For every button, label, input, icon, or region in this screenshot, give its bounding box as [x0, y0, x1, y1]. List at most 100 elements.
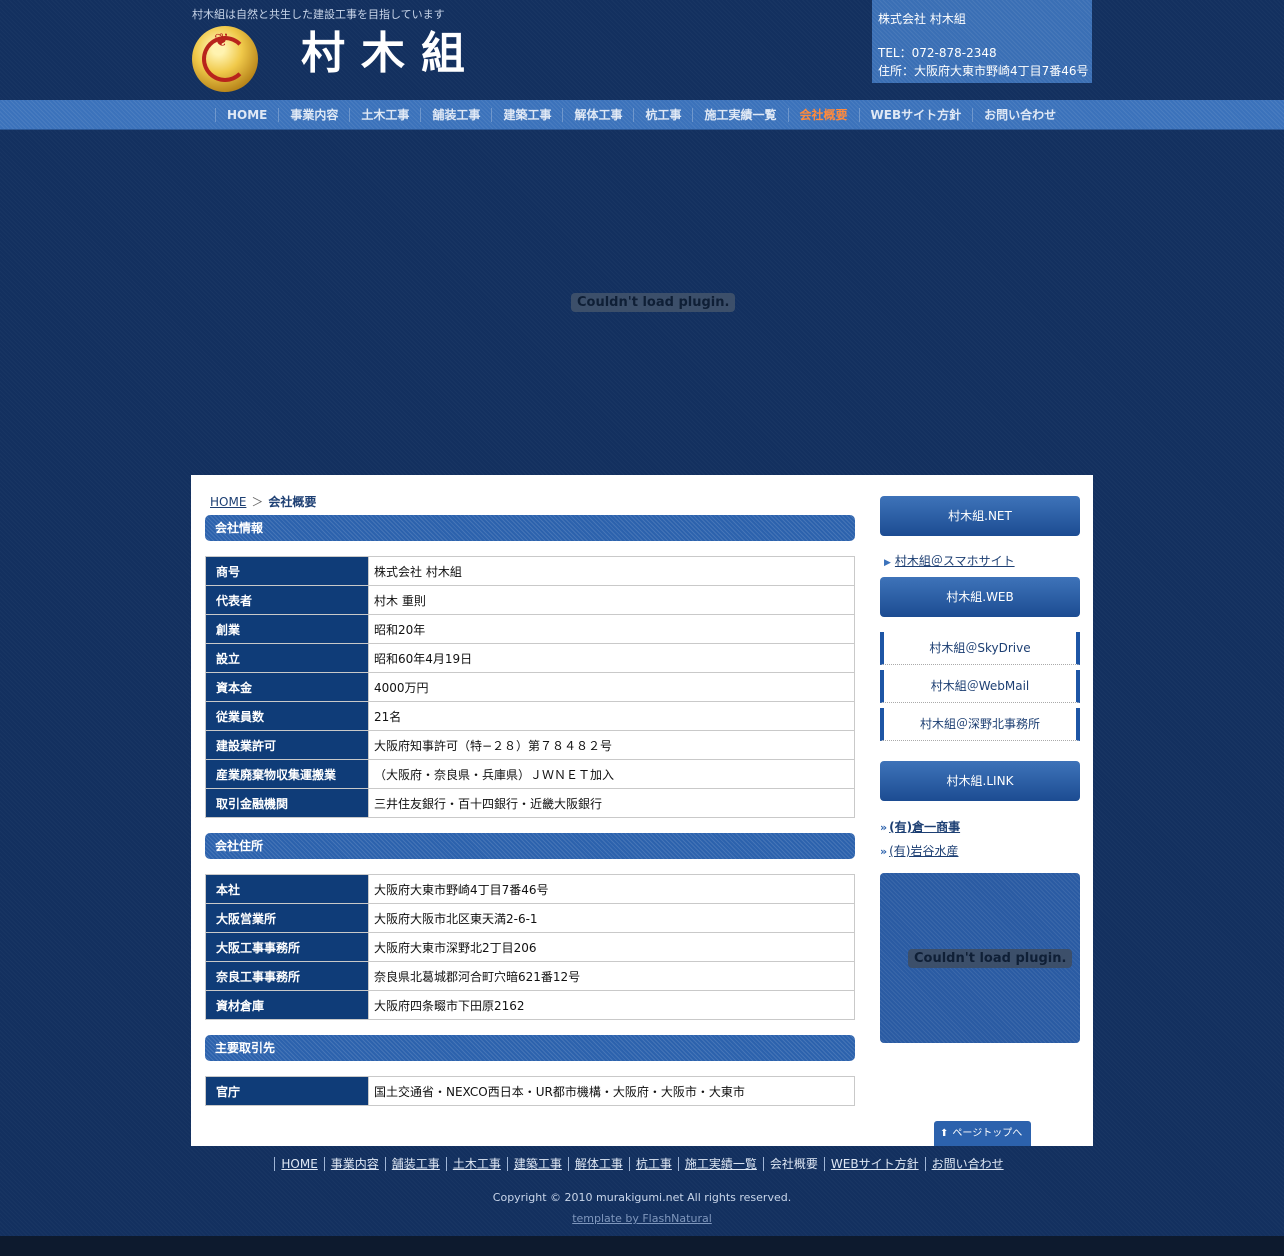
nav-item-company[interactable]: 会社概要	[787, 108, 859, 122]
row-value: （大阪府・奈良県・兵庫県）ＪＷＮＥＴ加入	[368, 759, 855, 789]
row-key: 大阪営業所	[205, 903, 369, 933]
nav-item-demolition[interactable]: 解体工事	[562, 108, 633, 122]
footer-link[interactable]: 解体工事	[575, 1157, 623, 1171]
double-chevron-right-icon: »	[880, 821, 888, 834]
nav-item-business[interactable]: 事業内容	[278, 108, 349, 122]
template-credit[interactable]: template by FlashNatural	[0, 1212, 1284, 1225]
footer-link[interactable]: WEBサイト方針	[831, 1157, 919, 1171]
sidebar-link-label[interactable]: 村木組＠スマホサイト	[895, 554, 1015, 568]
breadcrumb-home-link[interactable]: HOME	[210, 495, 246, 509]
footer-nav-business[interactable]: 事業内容	[323, 1157, 385, 1171]
table-row: 従業員数 21名	[205, 701, 855, 731]
footer-link[interactable]: 杭工事	[636, 1157, 672, 1171]
row-key: 取引金融機関	[205, 788, 369, 818]
row-key: 代表者	[205, 585, 369, 615]
table-row: 商号 株式会社 村木組	[205, 556, 855, 586]
nav-item-building[interactable]: 建築工事	[491, 108, 562, 122]
row-key: 設立	[205, 643, 369, 673]
row-key: 官庁	[205, 1076, 369, 1106]
row-value: 三井住友銀行・百十四銀行・近畿大阪銀行	[368, 788, 855, 818]
footer-nav-paving[interactable]: 舗装工事	[384, 1157, 446, 1171]
footer-nav-works[interactable]: 施工実績一覧	[677, 1157, 763, 1171]
row-key: 創業	[205, 614, 369, 644]
footer-nav-home[interactable]: HOME	[274, 1157, 323, 1171]
row-value: 昭和60年4月19日	[368, 643, 855, 673]
row-key: 資材倉庫	[205, 990, 369, 1020]
sidebar-link-label[interactable]: (有)岩谷水産	[889, 844, 958, 858]
table-row: 取引金融機関 三井住友銀行・百十四銀行・近畿大阪銀行	[205, 788, 855, 818]
header: 村木組は自然と共生した建設工事を目指しています ❦ 村木組 株式会社 村木組 T…	[191, 0, 1093, 100]
row-value: 昭和20年	[368, 614, 855, 644]
breadcrumb-current: 会社概要	[268, 495, 317, 509]
double-chevron-right-icon: »	[880, 845, 888, 858]
plugin-error-message[interactable]: Couldn't load plugin.	[571, 293, 736, 312]
nav-item-civil[interactable]: 土木工事	[349, 108, 420, 122]
footer-link[interactable]: 土木工事	[453, 1157, 501, 1171]
template-link[interactable]: template by FlashNatural	[572, 1212, 712, 1225]
nav-item-home[interactable]: HOME	[215, 108, 278, 122]
footer-nav-demolition[interactable]: 解体工事	[567, 1157, 629, 1171]
footer-link[interactable]: 建築工事	[514, 1157, 562, 1171]
company-contact-box: 株式会社 村木組 TEL：072-878-2348 住所：大阪府大東市野崎4丁目…	[872, 0, 1092, 83]
footer-link[interactable]: HOME	[281, 1157, 317, 1171]
sidebar-link-kuraichi[interactable]: » (有)倉一商事	[880, 818, 960, 835]
sidebar-flash-area: Couldn't load plugin.	[880, 873, 1080, 1043]
row-value: 大阪府大東市深野北2丁目206	[368, 932, 855, 962]
footer-nav-civil[interactable]: 土木工事	[445, 1157, 507, 1171]
page-top-label: ページトップへ	[952, 1128, 1023, 1139]
sidebar-button-webmail[interactable]: 村木組＠WebMail	[880, 670, 1080, 703]
sidebar-link-label[interactable]: (有)倉一商事	[889, 820, 960, 834]
sidebar-link-iwaya[interactable]: » (有)岩谷水産	[880, 842, 958, 859]
footer-link[interactable]: 事業内容	[331, 1157, 379, 1171]
nav-item-web-policy[interactable]: WEBサイト方針	[858, 108, 973, 122]
row-key: 産業廃棄物収集運搬業	[205, 759, 369, 789]
content-area: HOME ＞ 会社概要 会社情報 商号 株式会社 村木組 代表者 村木 重則 創業 昭和2…	[191, 475, 1093, 1146]
footer-nav-contact[interactable]: お問い合わせ	[924, 1157, 1010, 1171]
up-arrow-icon: ⬆	[940, 1128, 949, 1139]
table-row: 大阪営業所 大阪府大阪市北区東天満2-6-1	[205, 903, 855, 933]
table-row: 建設業許可 大阪府知事許可（特−２８）第７８４８２号	[205, 730, 855, 760]
tagline: 村木組は自然と共生した建設工事を目指しています	[192, 8, 445, 21]
table-row: 資本金 4000万円	[205, 672, 855, 702]
table-row: 官庁 国土交通省・NEXCO西日本・UR都市機構・大阪府・大阪市・大東市	[205, 1076, 855, 1106]
nav-item-pile[interactable]: 杭工事	[633, 108, 692, 122]
page-top-button[interactable]: ⬆ ページトップへ	[934, 1121, 1031, 1146]
table-row: 創業 昭和20年	[205, 614, 855, 644]
footer-nav-web-policy[interactable]: WEBサイト方針	[823, 1157, 925, 1171]
site-name[interactable]: 村木組	[301, 32, 481, 76]
section-heading-company-info: 会社情報	[205, 515, 855, 541]
table-row: 設立 昭和60年4月19日	[205, 643, 855, 673]
row-key: 従業員数	[205, 701, 369, 731]
footer-nav-company: 会社概要	[762, 1157, 824, 1171]
table-row: 本社 大阪府大東市野崎4丁目7番46号	[205, 874, 855, 904]
sidebar-heading-net: 村木組.NET	[880, 496, 1080, 536]
sidebar-button-skydrive[interactable]: 村木組＠SkyDrive	[880, 632, 1080, 665]
footer-link[interactable]: 舗装工事	[392, 1157, 440, 1171]
row-key: 資本金	[205, 672, 369, 702]
nav-item-works[interactable]: 施工実績一覧	[692, 108, 787, 122]
row-value: 奈良県北葛城郡河合町穴暗621番12号	[368, 961, 855, 991]
nav-item-contact[interactable]: お問い合わせ	[972, 108, 1067, 122]
plugin-error-message[interactable]: Couldn't load plugin.	[908, 949, 1073, 968]
nav-item-paving[interactable]: 舗装工事	[420, 108, 491, 122]
row-key: 本社	[205, 874, 369, 904]
flash-banner-area: Couldn't load plugin.	[191, 131, 1093, 475]
footer-nav-building[interactable]: 建築工事	[506, 1157, 568, 1171]
global-nav: HOME 事業内容 土木工事 舗装工事 建築工事 解体工事 杭工事 施工実績一覧…	[0, 100, 1284, 130]
row-key: 奈良工事事務所	[205, 961, 369, 991]
sidebar-button-fukano-office[interactable]: 村木組＠深野北事務所	[880, 708, 1080, 741]
company-tel: TEL：072-878-2348	[878, 46, 997, 60]
table-row: 奈良工事事務所 奈良県北葛城郡河合町穴暗621番12号	[205, 961, 855, 991]
row-value: 株式会社 村木組	[368, 556, 855, 586]
sidebar-link-smartphone[interactable]: ▶ 村木組＠スマホサイト	[884, 552, 1015, 569]
company-logo-icon[interactable]: ❦	[192, 26, 258, 92]
footer-link[interactable]: 施工実績一覧	[685, 1157, 757, 1171]
row-value: 大阪府大東市野崎4丁目7番46号	[368, 874, 855, 904]
copyright: Copyright © 2010 murakigumi.net All righ…	[492, 1191, 792, 1204]
row-key: 大阪工事事務所	[205, 932, 369, 962]
footer-nav: HOME 事業内容 舗装工事 土木工事 建築工事 解体工事 杭工事 施工実績一覧…	[0, 1157, 1284, 1171]
footer-link[interactable]: お問い合わせ	[932, 1157, 1004, 1171]
section-heading-clients: 主要取引先	[205, 1035, 855, 1061]
footer-nav-pile[interactable]: 杭工事	[628, 1157, 678, 1171]
logo-wheat-icon: ❦	[214, 30, 230, 51]
